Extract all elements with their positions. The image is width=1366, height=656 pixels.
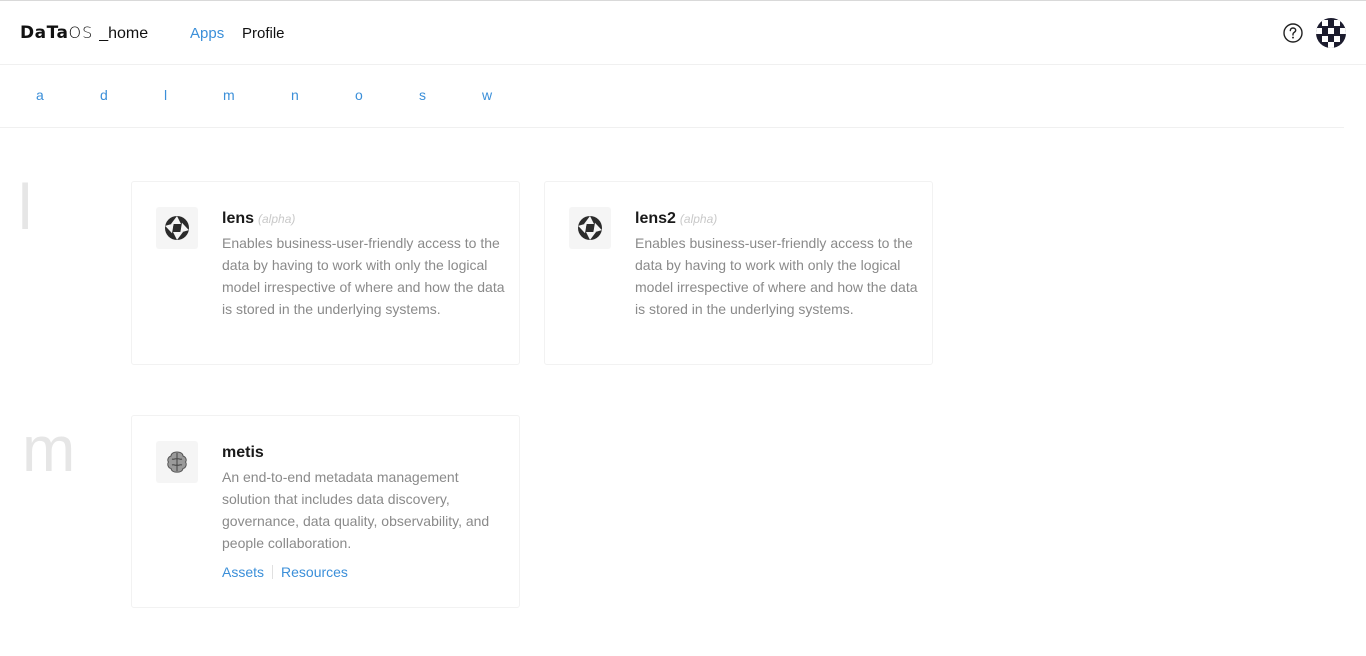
letter-filter-o[interactable]: o bbox=[355, 87, 363, 103]
aperture-icon bbox=[569, 207, 611, 249]
card-description: Enables business-user-friendly access to… bbox=[222, 235, 505, 317]
alpha-badge: (alpha) bbox=[679, 212, 718, 226]
letter-filter-n[interactable]: n bbox=[291, 87, 299, 103]
letter-filter-s[interactable]: s bbox=[419, 87, 426, 103]
brain-icon bbox=[156, 441, 198, 483]
logo-data-text: DaTa bbox=[20, 23, 69, 43]
user-avatar[interactable] bbox=[1316, 18, 1346, 48]
app-card-lens[interactable]: lens (alpha) Enables business-user-friend… bbox=[131, 181, 520, 365]
nav-profile[interactable]: Profile bbox=[242, 25, 285, 42]
card-title-text: metis bbox=[222, 444, 264, 461]
card-title-text: lens bbox=[222, 210, 255, 227]
app-card-metis[interactable]: metis An end-to-end metadata management … bbox=[131, 415, 520, 608]
card-title[interactable]: lens2 (alpha) bbox=[635, 210, 717, 228]
dataos-logo[interactable]: DaTa OS _home bbox=[20, 23, 148, 43]
logo-home-text: _home bbox=[99, 25, 149, 42]
letter-filter-d[interactable]: d bbox=[100, 87, 108, 103]
card-title[interactable]: lens (alpha) bbox=[222, 210, 295, 228]
app-card-lens2[interactable]: lens2 (alpha) Enables business-user-frien… bbox=[544, 181, 933, 365]
aperture-icon bbox=[156, 207, 198, 249]
card-title[interactable]: metis bbox=[222, 444, 264, 462]
section-letter-l: l bbox=[18, 171, 33, 243]
nav-apps[interactable]: Apps bbox=[190, 25, 224, 42]
alphabet-filter: a d l m n o s w bbox=[0, 65, 1344, 128]
link-divider bbox=[272, 565, 274, 579]
letter-filter-w[interactable]: w bbox=[482, 87, 492, 103]
alpha-badge: (alpha) bbox=[258, 212, 296, 226]
card-description: An end-to-end metadata management soluti… bbox=[222, 469, 490, 551]
card-title-text: lens2 bbox=[635, 210, 676, 227]
letter-filter-m[interactable]: m bbox=[223, 87, 235, 103]
resources-link[interactable]: Resources bbox=[281, 564, 348, 580]
card-links: Assets Resources bbox=[222, 564, 348, 580]
letter-filter-l[interactable]: l bbox=[164, 87, 167, 103]
question-circle-icon[interactable] bbox=[1283, 23, 1303, 43]
card-description: Enables business-user-friendly access to… bbox=[635, 235, 918, 317]
top-bar: DaTa OS _home Apps Profile bbox=[0, 0, 1366, 65]
assets-link[interactable]: Assets bbox=[222, 564, 264, 580]
logo-os-text: OS bbox=[68, 23, 94, 42]
letter-filter-a[interactable]: a bbox=[36, 87, 44, 103]
section-letter-m: m bbox=[22, 413, 76, 485]
